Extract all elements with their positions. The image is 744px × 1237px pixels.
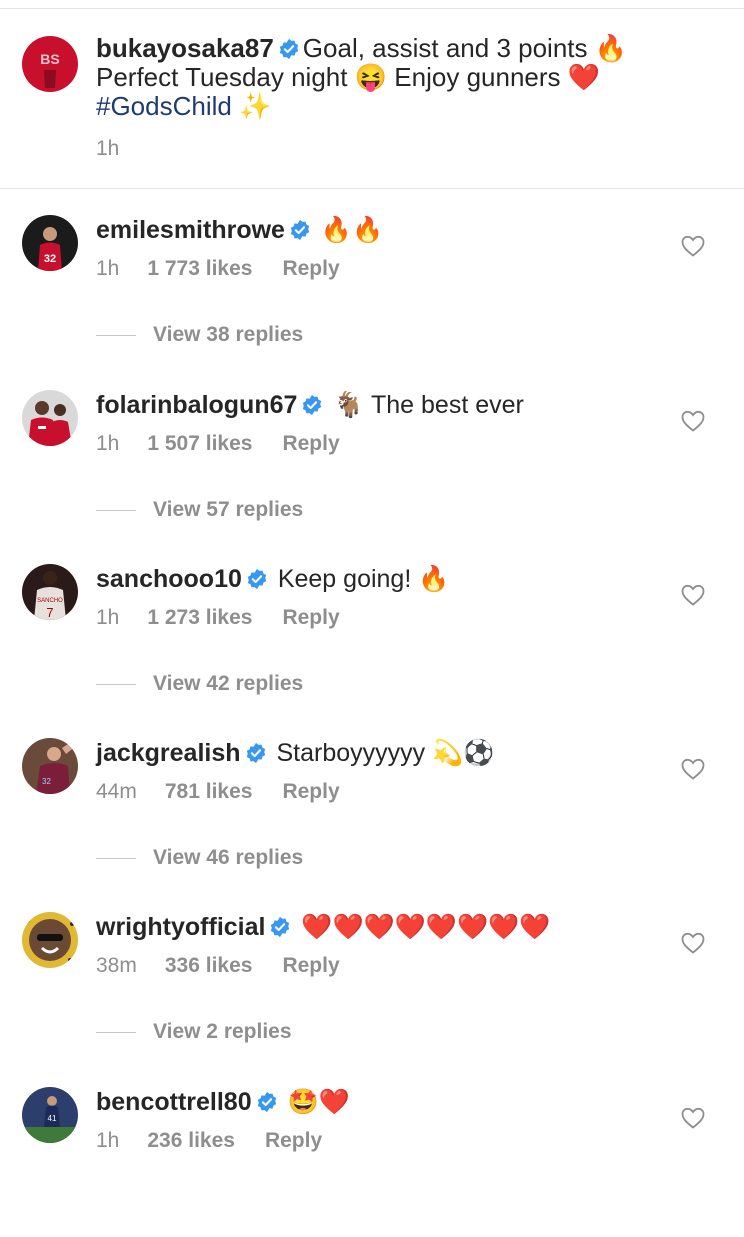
comment-item: 32 jackgrealish Starboyyyyyy 💫⚽ 44m 781 l… xyxy=(0,738,744,888)
verified-badge-icon xyxy=(257,1091,276,1113)
comment-timestamp: 1h xyxy=(96,1129,120,1152)
avatar[interactable] xyxy=(22,390,78,446)
view-replies-label: View 2 replies xyxy=(153,1020,292,1043)
comment-timestamp: 38m xyxy=(96,954,137,977)
verified-badge-icon xyxy=(246,742,265,764)
comment-text: 🐐 The best ever xyxy=(333,391,524,419)
caption-text-line1: Goal, assist and 3 points 🔥 xyxy=(302,33,628,63)
reply-button[interactable]: Reply xyxy=(282,257,339,281)
reply-button[interactable]: Reply xyxy=(265,1129,322,1153)
avatar-image xyxy=(22,390,78,446)
comment-username[interactable]: emilesmithrowe xyxy=(96,216,285,244)
comment-text: ❤️❤️❤️❤️❤️❤️❤️❤️ xyxy=(301,913,551,941)
comment-username[interactable]: folarinbalogun67 xyxy=(96,391,297,419)
verified-badge-icon xyxy=(303,394,322,416)
likes-count[interactable]: 781 likes xyxy=(165,780,253,804)
svg-text:SANCHO: SANCHO xyxy=(37,598,63,604)
like-heart-icon[interactable] xyxy=(681,932,705,954)
likes-count[interactable]: 336 likes xyxy=(165,954,253,978)
avatar-image: 41 xyxy=(22,1087,78,1143)
view-replies-button[interactable]: View 42 replies xyxy=(96,672,303,696)
avatar-image xyxy=(22,912,78,968)
like-heart-icon[interactable] xyxy=(681,235,705,257)
likes-count[interactable]: 1 273 likes xyxy=(147,606,252,630)
comment-text: 🤩❤️ xyxy=(287,1088,350,1116)
sparkles-emoji: ✨ xyxy=(239,92,272,122)
view-replies-label: View 38 replies xyxy=(153,323,304,346)
view-replies-button[interactable]: View 57 replies xyxy=(96,498,303,522)
comment-username[interactable]: jackgrealish xyxy=(96,739,241,767)
svg-text:41: 41 xyxy=(48,1114,57,1123)
like-heart-icon[interactable] xyxy=(681,410,705,432)
comment-timestamp: 44m xyxy=(96,780,137,803)
replies-divider xyxy=(96,1031,136,1033)
replies-divider xyxy=(96,334,136,336)
comment-username[interactable]: sanchooo10 xyxy=(96,565,242,593)
top-divider xyxy=(0,8,744,9)
avatar[interactable]: 41 xyxy=(22,1087,78,1143)
view-replies-button[interactable]: View 46 replies xyxy=(96,846,303,870)
reply-button[interactable]: Reply xyxy=(282,954,339,978)
like-heart-icon[interactable] xyxy=(681,584,705,606)
comment-username[interactable]: bencottrell80 xyxy=(96,1088,252,1116)
view-replies-label: View 42 replies xyxy=(153,672,304,695)
comment-item: 32 emilesmithrowe 🔥🔥 1h 1 773 likes Reply … xyxy=(0,215,744,365)
comment-timestamp: 1h xyxy=(96,606,120,629)
comment-text: Keep going! 🔥 xyxy=(277,565,450,593)
reply-button[interactable]: Reply xyxy=(282,606,339,630)
likes-count[interactable]: 236 likes xyxy=(147,1129,235,1153)
hashtag-link[interactable]: #GodsChild xyxy=(96,91,232,121)
avatar-image: 32 xyxy=(22,215,78,271)
comment-timestamp: 1h xyxy=(96,257,120,280)
verified-badge-icon xyxy=(290,219,310,241)
avatar-image: SANCHO7 xyxy=(22,564,78,620)
svg-text:32: 32 xyxy=(42,777,51,786)
reply-button[interactable]: Reply xyxy=(282,780,339,804)
svg-text:32: 32 xyxy=(44,253,56,265)
avatar[interactable]: 32 xyxy=(22,738,78,794)
caption-divider xyxy=(0,188,744,189)
likes-count[interactable]: 1 773 likes xyxy=(147,257,252,281)
like-heart-icon[interactable] xyxy=(681,758,705,780)
comment-item: SANCHO 7 sanchooo10 Keep going! 🔥 1h 1 273… xyxy=(0,564,744,714)
replies-divider xyxy=(96,857,136,859)
avatar[interactable] xyxy=(22,912,78,968)
replies-divider xyxy=(96,509,136,511)
like-heart-icon[interactable] xyxy=(681,1107,705,1129)
verified-badge-icon xyxy=(247,568,267,590)
view-replies-button[interactable]: View 2 replies xyxy=(96,1020,292,1044)
post-caption: bukayosaka87 Goal, assist and 3 points 🔥 … xyxy=(96,34,716,122)
avatar[interactable]: 32 xyxy=(22,215,78,271)
svg-text:7: 7 xyxy=(46,605,53,620)
reply-button[interactable]: Reply xyxy=(282,432,339,456)
comment-item: 41 bencottrell80 🤩❤️ 1h 236 likes Reply xyxy=(0,1087,744,1237)
avatar-image: BS xyxy=(22,36,78,92)
avatar-image: 32 xyxy=(22,738,78,794)
comment-username[interactable]: wrightyofficial xyxy=(96,913,265,941)
comment-text: Starboyyyyyy 💫⚽ xyxy=(276,739,495,767)
svg-text:BS: BS xyxy=(40,51,59,67)
verified-badge-icon xyxy=(279,38,298,60)
comment-timestamp: 1h xyxy=(96,432,120,455)
avatar[interactable]: SANCHO 7 xyxy=(22,564,78,620)
comment-item: wrightyofficial ❤️❤️❤️❤️❤️❤️❤️❤️ 38m 336 … xyxy=(0,912,744,1062)
view-replies-label: View 46 replies xyxy=(153,846,304,869)
comment-text: 🔥🔥 xyxy=(320,216,384,244)
view-replies-label: View 57 replies xyxy=(153,498,304,521)
caption-username[interactable]: bukayosaka87 xyxy=(96,33,274,63)
view-replies-button[interactable]: View 38 replies xyxy=(96,323,303,347)
caption-text-line2: Perfect Tuesday night 😝 Enjoy gunners ❤️ xyxy=(96,62,601,92)
verified-badge-icon xyxy=(271,916,290,938)
avatar[interactable]: BS xyxy=(22,36,78,92)
caption-timestamp: 1h xyxy=(96,137,120,160)
likes-count[interactable]: 1 507 likes xyxy=(147,432,252,456)
comment-item: folarinbalogun67 🐐 The best ever 1h 1 507… xyxy=(0,390,744,540)
replies-divider xyxy=(96,683,136,685)
